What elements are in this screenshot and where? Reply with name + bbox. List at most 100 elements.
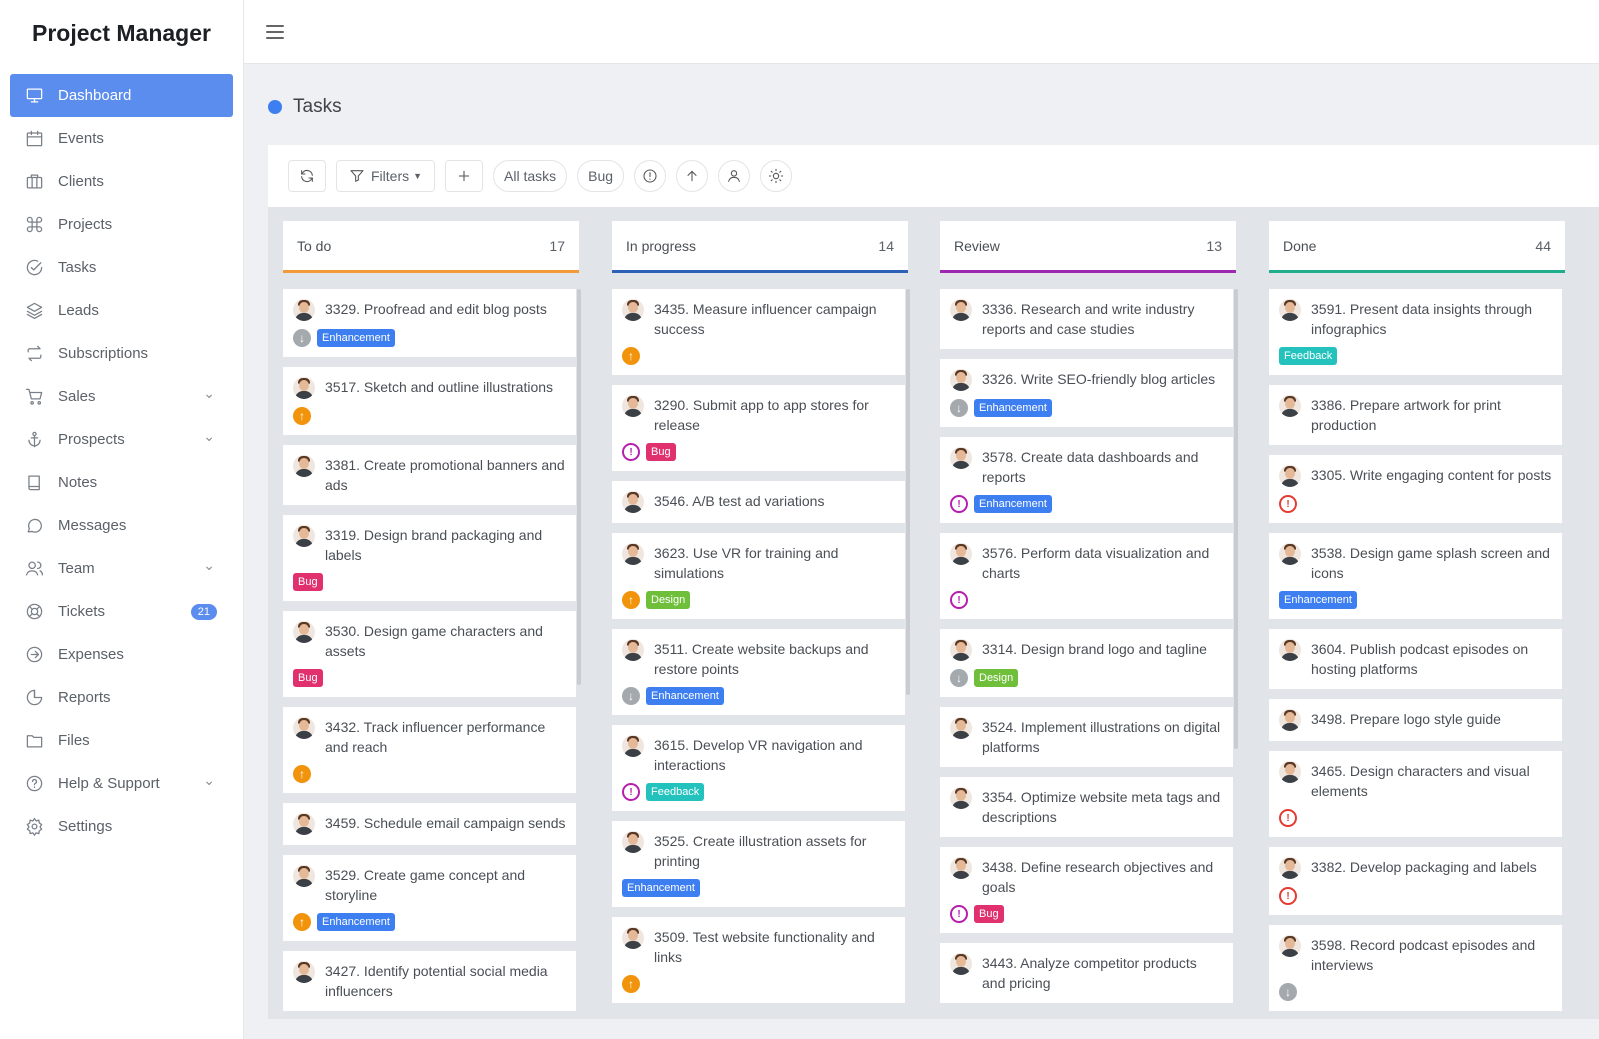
refresh-button[interactable] xyxy=(288,160,326,192)
task-card[interactable]: 3329. Proofread and edit blog posts ↓ Enha… xyxy=(283,289,576,357)
sidebar-item-settings[interactable]: Settings xyxy=(10,805,233,848)
layers-icon xyxy=(24,301,44,321)
column-scrollbar[interactable] xyxy=(1234,289,1238,749)
sidebar-item-projects[interactable]: Projects xyxy=(10,203,233,246)
task-card[interactable]: 3623. Use VR for training and simulation… xyxy=(612,533,905,619)
card-list: 3591. Present data insights through info… xyxy=(1269,289,1565,1011)
task-card[interactable]: 3615. Develop VR navigation and interact… xyxy=(612,725,905,811)
task-title: 3576. Perform data visualization and cha… xyxy=(982,545,1210,581)
task-card[interactable]: 3336. Research and write industry report… xyxy=(940,289,1233,349)
sidebar-item-label: Leads xyxy=(58,302,99,319)
sidebar-item-clients[interactable]: Clients xyxy=(10,160,233,203)
column-header[interactable]: Review 13 xyxy=(940,221,1236,273)
sidebar-item-tasks[interactable]: Tasks xyxy=(10,246,233,289)
priority-high-icon: ↑ xyxy=(622,591,640,609)
task-card[interactable]: 3578. Create data dashboards and reports… xyxy=(940,437,1233,523)
task-card[interactable]: 3524. Implement illustrations on digital… xyxy=(940,707,1233,767)
bug-filter[interactable]: Bug xyxy=(577,160,625,192)
task-card[interactable]: 3438. Define research objectives and goa… xyxy=(940,847,1233,933)
column-header[interactable]: To do 17 xyxy=(283,221,579,273)
task-card[interactable]: 3498. Prepare logo style guide xyxy=(1269,699,1562,741)
task-card[interactable]: 3305. Write engaging content for posts! xyxy=(1269,455,1562,523)
filters-button[interactable]: Filters ▼ xyxy=(336,160,436,192)
avatar xyxy=(950,639,972,661)
priority-filter-button[interactable] xyxy=(634,160,667,192)
sidebar-item-events[interactable]: Events xyxy=(10,117,233,160)
users-icon xyxy=(24,559,44,579)
task-card[interactable]: 3443. Analyze competitor products and pr… xyxy=(940,943,1233,1003)
task-tag: Bug xyxy=(293,573,323,591)
sidebar-item-leads[interactable]: Leads xyxy=(10,289,233,332)
sidebar-item-notes[interactable]: Notes xyxy=(10,461,233,504)
task-card[interactable]: 3432. Track influencer performance and r… xyxy=(283,707,576,793)
sidebar-item-tickets[interactable]: Tickets 21 xyxy=(10,590,233,633)
tasks-toolbar: Filters ▼ All tasks Bug xyxy=(268,145,1599,207)
priority-low-icon: ↓ xyxy=(950,669,968,687)
sidebar-item-messages[interactable]: Messages xyxy=(10,504,233,547)
column-scrollbar[interactable] xyxy=(906,289,910,695)
task-card[interactable]: 3427. Identify potential social media in… xyxy=(283,951,576,1011)
avatar xyxy=(1279,465,1301,487)
task-card[interactable]: 3465. Design characters and visual eleme… xyxy=(1269,751,1562,837)
avatar xyxy=(622,735,644,757)
column-header[interactable]: In progress 14 xyxy=(612,221,908,273)
column-scrollbar[interactable] xyxy=(577,289,581,685)
sidebar-item-team[interactable]: Team ⌄ xyxy=(10,547,233,590)
task-card[interactable]: 3525. Create illustration assets for pri… xyxy=(612,821,905,907)
priority-critical-icon: ! xyxy=(950,495,968,513)
title-dot-icon xyxy=(268,100,282,114)
task-card[interactable]: 3517. Sketch and outline illustrations ↑ xyxy=(283,367,576,435)
column-header[interactable]: Done 44 xyxy=(1269,221,1565,273)
lifebuoy-icon xyxy=(24,602,44,622)
sidebar-item-reports[interactable]: Reports xyxy=(10,676,233,719)
task-tag: Design xyxy=(646,591,691,609)
sidebar-item-sales[interactable]: Sales ⌄ xyxy=(10,375,233,418)
task-tag: Feedback xyxy=(1279,347,1338,365)
task-card[interactable]: 3435. Measure influencer campaign succes… xyxy=(612,289,905,375)
sidebar-item-prospects[interactable]: Prospects ⌄ xyxy=(10,418,233,461)
task-title: 3314. Design brand logo and tagline xyxy=(982,641,1207,657)
task-card[interactable]: 3382. Develop packaging and labels! xyxy=(1269,847,1562,915)
all-tasks-filter[interactable]: All tasks xyxy=(493,160,568,192)
task-card[interactable]: 3530. Design game characters and assets B… xyxy=(283,611,576,697)
avatar xyxy=(622,543,644,565)
task-title: 3615. Develop VR navigation and interact… xyxy=(654,737,863,773)
sidebar-item-dashboard[interactable]: Dashboard xyxy=(10,74,233,117)
task-card[interactable]: 3290. Submit app to app stores for relea… xyxy=(612,385,905,471)
avatar xyxy=(950,299,972,321)
sidebar-item-help-support[interactable]: Help & Support ⌄ xyxy=(10,762,233,805)
task-card[interactable]: 3538. Design game splash screen and icon… xyxy=(1269,533,1562,619)
sidebar-item-files[interactable]: Files xyxy=(10,719,233,762)
task-card[interactable]: 3591. Present data insights through info… xyxy=(1269,289,1562,375)
task-card[interactable]: 3354. Optimize website meta tags and des… xyxy=(940,777,1233,837)
task-card[interactable]: 3604. Publish podcast episodes on hostin… xyxy=(1269,629,1562,689)
task-card[interactable]: 3576. Perform data visualization and cha… xyxy=(940,533,1233,619)
task-card[interactable]: 3598. Record podcast episodes and interv… xyxy=(1269,925,1562,1011)
sidebar-item-expenses[interactable]: Expenses xyxy=(10,633,233,676)
gear-icon xyxy=(24,817,44,837)
high-priority-filter-button[interactable] xyxy=(676,160,709,192)
task-title: 3465. Design characters and visual eleme… xyxy=(1311,763,1530,799)
task-title: 3354. Optimize website meta tags and des… xyxy=(982,789,1221,825)
task-card[interactable]: 3386. Prepare artwork for print producti… xyxy=(1269,385,1562,445)
task-card[interactable]: 3546. A/B test ad variations xyxy=(612,481,905,523)
task-card[interactable]: 3509. Test website functionality and lin… xyxy=(612,917,905,1003)
task-title: 3382. Develop packaging and labels xyxy=(1311,859,1537,875)
sidebar-item-label: Reports xyxy=(58,689,111,706)
task-card[interactable]: 3529. Create game concept and storyline ↑… xyxy=(283,855,576,941)
task-card[interactable]: 3459. Schedule email campaign sends xyxy=(283,803,576,845)
sidebar-item-label: Notes xyxy=(58,474,98,491)
sidebar-item-label: Expenses xyxy=(58,646,124,663)
task-card[interactable]: 3511. Create website backups and restore… xyxy=(612,629,905,715)
task-card[interactable]: 3381. Create promotional banners and ads xyxy=(283,445,576,505)
theme-toggle-button[interactable] xyxy=(760,160,793,192)
task-card[interactable]: 3326. Write SEO-friendly blog articles ↓ E… xyxy=(940,359,1233,427)
add-task-button[interactable] xyxy=(445,160,484,192)
sidebar-item-subscriptions[interactable]: Subscriptions xyxy=(10,332,233,375)
task-card[interactable]: 3319. Design brand packaging and labels B… xyxy=(283,515,576,601)
avatar xyxy=(293,621,315,643)
assignee-filter-button[interactable] xyxy=(718,160,751,192)
task-card[interactable]: 3314. Design brand logo and tagline ↓ Desi… xyxy=(940,629,1233,697)
menu-toggle-icon[interactable] xyxy=(266,24,284,39)
avatar xyxy=(1279,299,1301,321)
